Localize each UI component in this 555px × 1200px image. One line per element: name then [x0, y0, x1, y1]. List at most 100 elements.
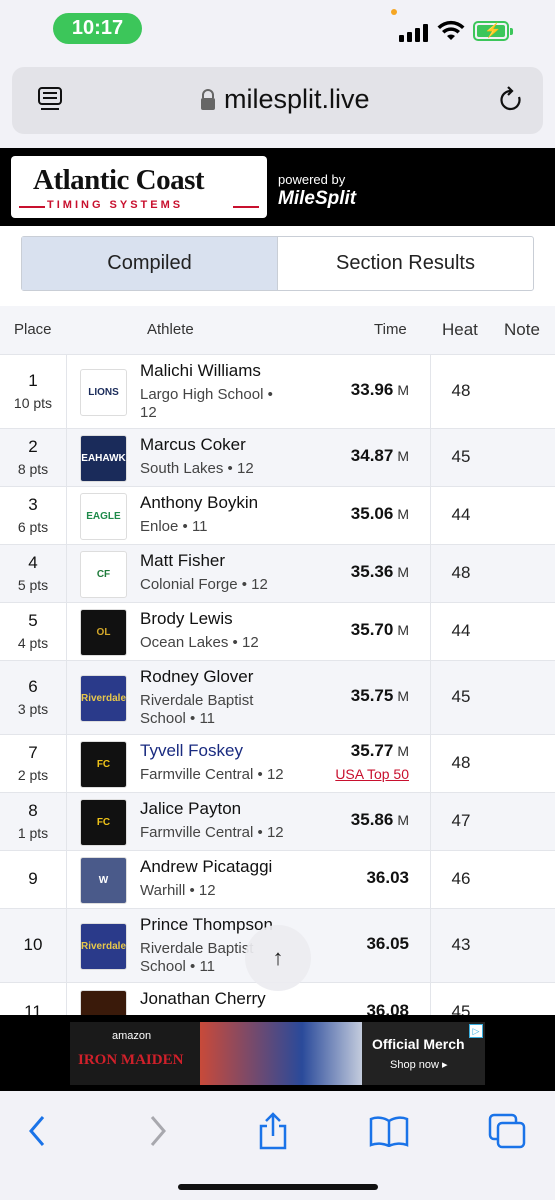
column-header-heat[interactable]: Heat: [442, 320, 478, 340]
results-content: Compiled Section Results Place Athlete T…: [0, 226, 555, 1015]
athlete-name-link[interactable]: Prince Thompson: [140, 915, 273, 935]
tabs-button[interactable]: [487, 1111, 527, 1151]
school-logo-text: OL: [96, 627, 111, 638]
chevron-right-icon: [150, 1116, 166, 1146]
place-number: 8: [28, 801, 38, 820]
column-header-athlete[interactable]: Athlete: [147, 321, 194, 338]
scroll-to-top-button[interactable]: ↑: [245, 925, 311, 991]
place-points: 2 pts: [17, 767, 49, 783]
place-points: 1 pts: [17, 825, 49, 841]
result-time: 35.36 M: [351, 562, 409, 582]
place-cell: 10: [0, 935, 66, 955]
table-row[interactable]: 6 3 pts Riverdale Rodney Glover Riverdal…: [0, 660, 555, 734]
logo-sub-text: TIMING SYSTEMS: [47, 199, 184, 211]
school-logo[interactable]: [80, 990, 127, 1015]
ad-band-logo: IRON MAIDEN: [78, 1052, 184, 1068]
place-number: 7: [28, 743, 38, 762]
privacy-indicator-dot: [391, 9, 397, 15]
athlete-name-link[interactable]: Matt Fisher: [140, 551, 225, 571]
school-grade: Largo High School •: [140, 386, 273, 403]
time-unit: M: [397, 688, 409, 704]
table-row[interactable]: 7 2 pts FC Tyvell Foskey Farmville Centr…: [0, 734, 555, 792]
time-unit: M: [397, 506, 409, 522]
place-cell: 7 2 pts: [0, 743, 66, 783]
place-number: 4: [28, 553, 38, 572]
school-grade-cont: School • 11: [140, 958, 216, 975]
athlete-name-link[interactable]: Marcus Coker: [140, 435, 246, 455]
milesplit-logo[interactable]: MileSplit: [278, 188, 356, 210]
share-button[interactable]: [253, 1111, 293, 1151]
adchoices-icon[interactable]: ▷: [469, 1024, 483, 1038]
school-logo-text: Riverdale: [80, 693, 127, 704]
bookmarks-button[interactable]: [369, 1111, 409, 1151]
time-value: 35.70: [350, 620, 394, 639]
results-table-body: 1 10 pts LIONS Malichi Williams Largo Hi…: [0, 354, 555, 1015]
tabs-icon: [488, 1113, 526, 1149]
time-unit: M: [397, 564, 409, 580]
reload-icon[interactable]: [498, 85, 524, 115]
athlete-name-link[interactable]: Jalice Payton: [140, 799, 241, 819]
school-logo-text: EAGLE: [86, 511, 121, 522]
heat-number: 45: [451, 1002, 471, 1015]
column-header-time[interactable]: Time: [374, 321, 407, 338]
ad-shop-now-link[interactable]: Shop now ▸: [390, 1058, 448, 1071]
time-value: 34.87: [350, 446, 394, 465]
school-logo[interactable]: FC: [80, 741, 127, 788]
school-logo[interactable]: W: [80, 857, 127, 904]
place-number: 11: [24, 1002, 42, 1015]
ad-amazon-text: amazon: [112, 1030, 152, 1042]
table-row[interactable]: 2 8 pts SEAHAWKS Marcus Coker South Lake…: [0, 428, 555, 486]
athlete-name-link[interactable]: Anthony Boykin: [140, 493, 258, 513]
place-points: 4 pts: [17, 635, 49, 651]
ad-creative[interactable]: amazon IRON MAIDEN Official Merch Shop n…: [70, 1022, 485, 1085]
school-logo[interactable]: Riverdale: [80, 675, 127, 722]
atlantic-coast-logo[interactable]: Atlantic Coast TIMING SYSTEMS: [11, 156, 267, 218]
time-value: 35.36: [350, 562, 394, 581]
forward-button[interactable]: [138, 1111, 178, 1151]
school-logo[interactable]: Riverdale: [80, 923, 127, 970]
place-points: 5 pts: [17, 577, 49, 593]
place-points: 6 pts: [17, 519, 49, 535]
result-time: 35.06 M: [351, 504, 409, 524]
table-row[interactable]: 9 W Andrew Picataggi Warhill • 12 36.03 …: [0, 850, 555, 908]
table-row[interactable]: 8 1 pts FC Jalice Payton Farmville Centr…: [0, 792, 555, 850]
back-button[interactable]: [17, 1111, 57, 1151]
school-logo[interactable]: SEAHAWKS: [80, 435, 127, 482]
school-logo[interactable]: CF: [80, 551, 127, 598]
heat-number: 45: [451, 687, 471, 706]
school-grade: Colonial Forge • 12: [140, 576, 268, 593]
athlete-name-link[interactable]: Tyvell Foskey: [140, 741, 243, 761]
table-row[interactable]: 1 10 pts LIONS Malichi Williams Largo Hi…: [0, 354, 555, 428]
column-header-note[interactable]: Note: [504, 320, 540, 340]
school-logo[interactable]: FC: [80, 799, 127, 846]
usa-top-50-link[interactable]: USA Top 50: [335, 766, 409, 782]
time-value: 35.75: [350, 686, 394, 705]
place-number: 6: [28, 677, 38, 696]
athlete-name-link[interactable]: Rodney Glover: [140, 667, 253, 687]
table-row[interactable]: 4 5 pts CF Matt Fisher Colonial Forge • …: [0, 544, 555, 602]
school-logo[interactable]: OL: [80, 609, 127, 656]
table-row[interactable]: 3 6 pts EAGLE Anthony Boykin Enloe • 11 …: [0, 486, 555, 544]
powered-by-text: powered by: [278, 172, 346, 187]
column-header-place[interactable]: Place: [14, 321, 52, 338]
url-text[interactable]: milesplit.live: [224, 84, 370, 115]
tab-compiled[interactable]: Compiled: [22, 237, 278, 290]
athlete-name-link[interactable]: Andrew Picataggi: [140, 857, 272, 877]
athlete-name-link[interactable]: Malichi Williams: [140, 361, 261, 381]
heat-number: 43: [451, 935, 471, 954]
place-number: 10: [23, 935, 43, 954]
school-logo[interactable]: EAGLE: [80, 493, 127, 540]
lock-icon: [201, 89, 215, 110]
browser-toolbar: [0, 1091, 555, 1200]
athlete-name-link[interactable]: Jonathan Cherry: [140, 989, 266, 1009]
school-grade: Enloe • 11: [140, 518, 208, 535]
athlete-name-link[interactable]: Brody Lewis: [140, 609, 233, 629]
heat-number: 44: [451, 621, 471, 640]
battery-icon: ⚡: [473, 21, 513, 41]
address-bar[interactable]: milesplit.live: [12, 67, 543, 134]
tab-section-results[interactable]: Section Results: [278, 237, 533, 290]
school-logo[interactable]: LIONS: [80, 369, 127, 416]
page-menu-icon[interactable]: [38, 87, 62, 113]
table-row[interactable]: 5 4 pts OL Brody Lewis Ocean Lakes • 12 …: [0, 602, 555, 660]
time-unit: M: [397, 622, 409, 638]
